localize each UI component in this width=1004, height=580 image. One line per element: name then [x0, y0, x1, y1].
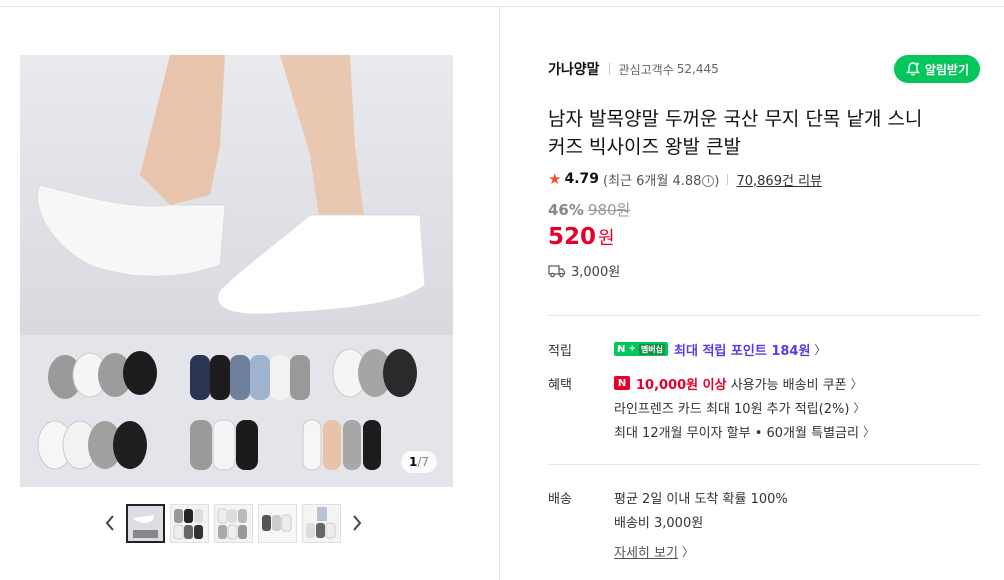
delivery-row: 배송 평균 2일 이내 도착 확률 100% 배송비 3,000원 자세히 보기…	[548, 485, 980, 563]
chevron-right-icon	[353, 515, 362, 531]
bell-plus-icon	[905, 62, 920, 76]
prev-thumbnail-button[interactable]	[100, 503, 120, 543]
alarm-button-label: 알림받기	[924, 62, 969, 77]
discount-row: 46% 980원	[548, 199, 980, 220]
naver-membership-badge: N + 멤버십	[614, 342, 669, 356]
chevron-right-icon: 〉	[681, 544, 694, 559]
coupon-line[interactable]: N 10,000원 이상 사용가능 배송비 쿠폰 〉	[614, 371, 980, 395]
naver-coupon-badge: N	[614, 376, 630, 390]
coupon-text: 사용가능 배송비 쿠폰	[726, 377, 847, 393]
star-icon: ★	[548, 170, 562, 188]
badge-n: N	[617, 343, 626, 355]
points-row: 적립 N + 멤버십 최대 적립 포인트 184원 〉	[548, 337, 980, 361]
recent-rating-text: (최근 6개월 4.88	[603, 173, 702, 189]
arrival-line: 평균 2일 이내 도착 확률 100%	[614, 491, 788, 507]
image-page-counter: 1/7	[400, 451, 437, 473]
thumbnail-1[interactable]	[126, 503, 165, 543]
thumbnail-2[interactable]	[170, 503, 209, 543]
rating-row: ★ 4.79 (최근 6개월 4.88 i) 70,869건 리뷰	[548, 170, 980, 189]
benefit-section: 적립 N + 멤버십 최대 적립 포인트 184원 〉 혜택 N 10,000원 이…	[548, 337, 980, 443]
chevron-right-icon: 〉	[853, 400, 866, 415]
chevron-right-icon: 〉	[862, 424, 875, 439]
recent-rating: (최근 6개월 4.88 i)	[603, 170, 719, 189]
detail-link[interactable]: 자세히 보기	[614, 542, 678, 561]
price-row: 520 원	[548, 224, 980, 250]
store-name[interactable]: 가나양말	[548, 59, 600, 79]
points-label: 적립	[548, 343, 572, 359]
badge-member: 멤버십	[638, 343, 666, 355]
points-line[interactable]: N + 멤버십 최대 적립 포인트 184원 〉	[614, 337, 980, 361]
chevron-right-icon: 〉	[814, 342, 827, 357]
installment-line[interactable]: 최대 12개월 무이자 할부 • 60개월 특별금리 〉	[614, 419, 980, 443]
socks-photo	[20, 55, 453, 487]
benefits-label: 혜택	[548, 377, 572, 393]
store-divider	[608, 63, 610, 75]
benefits-row: 혜택 N 10,000원 이상 사용가능 배송비 쿠폰 〉 라인프렌즈 카드 최…	[548, 371, 980, 443]
top-divider	[0, 6, 1004, 7]
follower-count: 52,445	[676, 62, 719, 76]
alarm-button[interactable]: 알림받기	[893, 55, 980, 83]
thumbnail-3[interactable]	[214, 503, 253, 543]
shipping-row: 3,000원	[548, 261, 980, 280]
vertical-divider	[499, 6, 500, 580]
follower-label: 관심고객수	[618, 62, 674, 77]
thumbnail-4[interactable]	[258, 503, 297, 543]
original-price: 980원	[587, 201, 631, 219]
recent-rating-close: )	[714, 173, 720, 189]
next-thumbnail-button[interactable]	[347, 503, 367, 543]
price-unit: 원	[598, 228, 615, 249]
chevron-right-icon: 〉	[850, 376, 863, 391]
section-divider-2	[548, 464, 980, 465]
main-product-image[interactable]: 1/7	[20, 55, 453, 487]
thumbnail-strip	[100, 502, 367, 544]
card-benefit-text: 라인프렌즈 카드 최대 10원 추가 적립(2%)	[614, 401, 850, 417]
rating-value: 4.79	[564, 171, 599, 187]
section-divider-1	[548, 315, 980, 316]
review-count-link[interactable]: 70,869건 리뷰	[736, 170, 822, 189]
card-benefit-line[interactable]: 라인프렌즈 카드 최대 10원 추가 적립(2%) 〉	[614, 395, 980, 419]
thumbnail-list	[126, 503, 341, 543]
info-icon[interactable]: i	[702, 175, 715, 187]
truck-icon	[548, 264, 566, 278]
product-title: 남자 발목양말 두꺼운 국산 무지 단목 낱개 스니커즈 빅사이즈 왕발 큰발	[548, 108, 923, 158]
delivery-label: 배송	[548, 491, 572, 507]
max-points-text: 최대 적립 포인트 184원	[674, 343, 811, 359]
delivery-section: 배송 평균 2일 이내 도착 확률 100% 배송비 3,000원 자세히 보기…	[548, 485, 980, 563]
discount-rate: 46%	[548, 201, 584, 219]
chevron-left-icon	[105, 515, 114, 531]
detail-link-line[interactable]: 자세히 보기 〉	[614, 539, 980, 563]
sale-price: 520	[548, 224, 597, 250]
installment-text: 최대 12개월 무이자 할부 • 60개월 특별금리	[614, 425, 859, 441]
rating-divider	[727, 173, 729, 185]
coupon-condition: 10,000원 이상	[636, 377, 727, 393]
delivery-fee-line: 배송비 3,000원	[614, 515, 704, 531]
shipping-fee: 3,000원	[571, 265, 621, 280]
total-pages: 7	[421, 455, 429, 469]
thumbnail-5[interactable]	[302, 503, 341, 543]
badge-plus: +	[628, 344, 636, 354]
product-info-panel: 가나양말 관심고객수 52,445 알림받기 남자 발목양말 두꺼운 국산 무지…	[548, 55, 980, 280]
